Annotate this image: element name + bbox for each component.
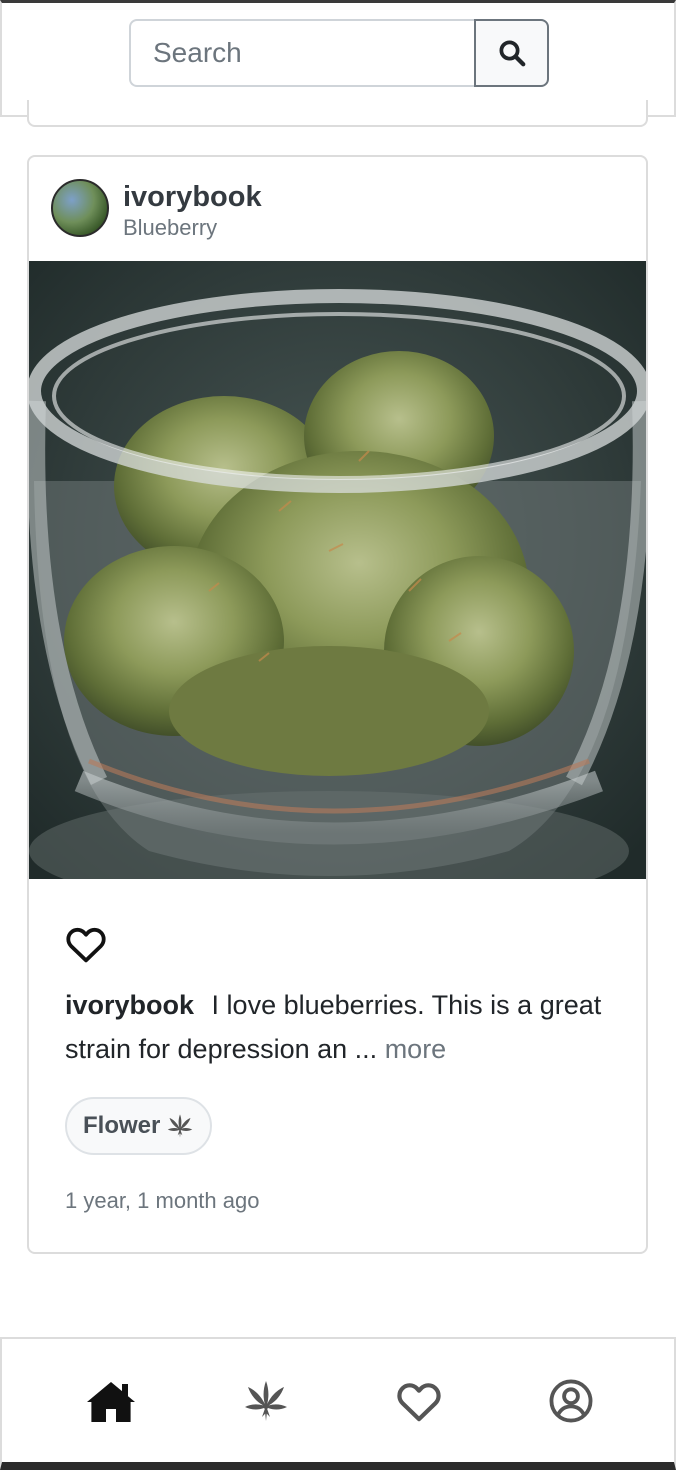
- cannabis-leaf-icon: [168, 1114, 193, 1138]
- post-header: ivorybook Blueberry: [29, 157, 646, 261]
- nav-profile[interactable]: [543, 1375, 599, 1427]
- search-button[interactable]: [474, 19, 549, 87]
- nav-favorites[interactable]: [391, 1375, 447, 1427]
- like-button[interactable]: [65, 925, 107, 963]
- search-input[interactable]: [129, 19, 474, 87]
- post-photo[interactable]: [29, 261, 646, 879]
- search-icon: [499, 40, 525, 67]
- more-link[interactable]: more: [385, 1034, 447, 1064]
- post-username[interactable]: ivorybook: [123, 181, 262, 214]
- previous-post-card: [27, 100, 648, 127]
- tag-label: Flower: [83, 1112, 161, 1139]
- bottom-navigation: [0, 1337, 676, 1470]
- user-circle-icon: [549, 1379, 593, 1423]
- search-form: [129, 19, 549, 87]
- nav-strains[interactable]: [238, 1375, 294, 1427]
- heart-outline-icon: [397, 1383, 441, 1422]
- avatar[interactable]: [51, 179, 109, 237]
- post-card: ivorybook Blueberry ivorybook I love blu…: [27, 155, 648, 1254]
- nav-home[interactable]: [83, 1375, 139, 1427]
- heart-outline-icon: [66, 927, 106, 963]
- caption-username[interactable]: ivorybook: [65, 990, 194, 1020]
- post-caption: ivorybook I love blueberries. This is a …: [65, 983, 605, 1071]
- post-timestamp: 1 year, 1 month ago: [65, 1188, 260, 1213]
- cannabis-leaf-icon: [245, 1381, 287, 1421]
- home-icon: [87, 1382, 135, 1422]
- post-strain-name[interactable]: Blueberry: [123, 215, 217, 241]
- category-tag[interactable]: Flower: [65, 1097, 213, 1155]
